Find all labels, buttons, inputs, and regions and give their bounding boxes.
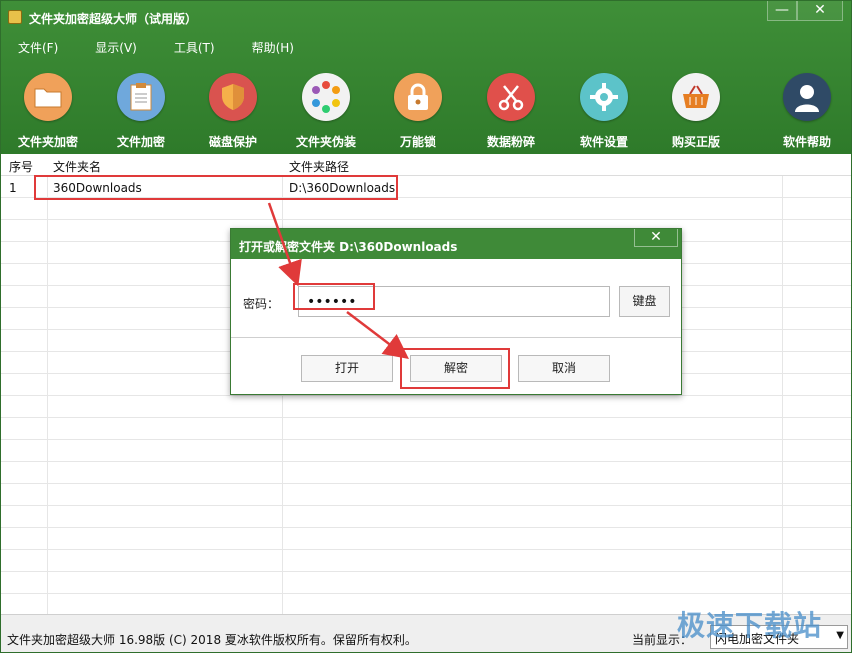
menu-help[interactable]: 帮助(H): [252, 39, 294, 59]
dialog-title-bar: 打开或解密文件夹 D:\360Downloads ✕: [231, 229, 681, 259]
toolbar-label: 软件帮助: [782, 135, 831, 149]
column-divider: [47, 154, 48, 614]
toolbar-buy[interactable]: 购买正版: [656, 71, 736, 150]
toolbar-disk-protect[interactable]: 磁盘保护: [193, 71, 273, 150]
dialog-title: 打开或解密文件夹 D:\360Downloads: [239, 240, 458, 254]
column-header-index[interactable]: 序号: [9, 158, 33, 175]
toolbar-universal-lock[interactable]: 万能锁: [378, 71, 458, 150]
padlock-icon: [394, 73, 442, 121]
scissors-icon: [487, 73, 535, 121]
status-copyright: 文件夹加密超级大师 16.98版 (C) 2018 夏冰软件版权所有。保留所有权…: [7, 633, 417, 647]
password-highlight-box: [293, 283, 375, 310]
app-window: 文件夹加密超级大师（试用版） — ✕ 文件(F) 显示(V) 工具(T) 帮助(…: [0, 0, 852, 653]
window-title: 文件夹加密超级大师（试用版）: [29, 12, 198, 26]
toolbar-folder-encrypt[interactable]: 文件夹加密: [8, 71, 88, 150]
toolbar-label: 软件设置: [579, 135, 628, 149]
toolbar: 文件夹加密 文件加密 磁盘保护 文件夹伪装 万能锁 数据粉碎 软件设置 购买正版…: [1, 71, 851, 151]
toolbar-label: 文件夹伪装: [295, 135, 356, 149]
chevron-down-icon: ▼: [836, 630, 844, 641]
toolbar-settings[interactable]: 软件设置: [564, 71, 644, 150]
dialog-close-button[interactable]: ✕: [634, 229, 678, 247]
table-header: 序号 文件夹名 文件夹路径: [1, 154, 851, 176]
folder-icon: [24, 73, 72, 121]
password-label: 密码：: [243, 297, 280, 311]
menu-file[interactable]: 文件(F): [18, 39, 58, 59]
toolbar-label: 购买正版: [671, 135, 720, 149]
document-icon: [117, 73, 165, 121]
toolbar-label: 文件加密: [116, 135, 165, 149]
header: 文件夹加密超级大师（试用版） — ✕ 文件(F) 显示(V) 工具(T) 帮助(…: [1, 1, 851, 154]
toolbar-label: 数据粉碎: [486, 135, 535, 149]
toolbar-data-shred[interactable]: 数据粉碎: [471, 71, 551, 150]
toolbar-help[interactable]: 软件帮助: [767, 71, 847, 150]
column-divider: [782, 154, 783, 614]
gear-icon: [580, 73, 628, 121]
basket-icon: [672, 73, 720, 121]
app-icon: [8, 10, 22, 24]
menu-view[interactable]: 显示(V): [95, 39, 137, 59]
shield-icon: [209, 73, 257, 121]
menu-bar: 文件(F) 显示(V) 工具(T) 帮助(H): [1, 39, 314, 59]
decrypt-highlight-box: [400, 348, 510, 389]
menu-tools[interactable]: 工具(T): [174, 39, 215, 59]
dialog-separator: [231, 337, 681, 338]
toolbar-label: 磁盘保护: [208, 135, 257, 149]
color-wheel-icon: [302, 73, 350, 121]
watermark: 极速下载站: [677, 609, 823, 642]
toolbar-folder-disguise[interactable]: 文件夹伪装: [286, 71, 366, 150]
cancel-button[interactable]: 取消: [518, 355, 610, 382]
close-button[interactable]: ✕: [797, 1, 843, 21]
toolbar-label: 文件夹加密: [17, 135, 78, 149]
keyboard-button[interactable]: 键盘: [619, 286, 670, 317]
window-controls: — ✕: [767, 1, 843, 21]
minimize-button[interactable]: —: [767, 1, 797, 21]
toolbar-file-encrypt[interactable]: 文件加密: [101, 71, 181, 150]
user-help-icon: [783, 73, 831, 121]
title-bar: 文件夹加密超级大师（试用版） — ✕: [1, 1, 851, 35]
open-button[interactable]: 打开: [301, 355, 393, 382]
column-header-path[interactable]: 文件夹路径: [289, 158, 349, 175]
row-highlight-box: [34, 175, 398, 200]
column-header-name[interactable]: 文件夹名: [53, 158, 101, 175]
toolbar-label: 万能锁: [399, 135, 436, 149]
row-index: 1: [9, 181, 17, 195]
